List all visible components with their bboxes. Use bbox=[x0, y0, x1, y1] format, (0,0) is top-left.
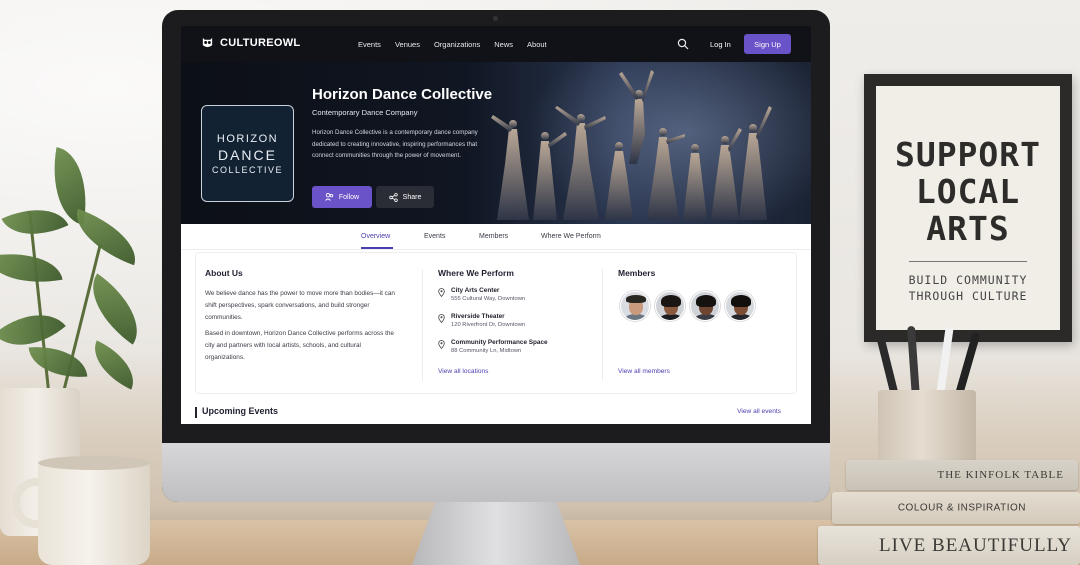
perform-title: Where We Perform bbox=[438, 268, 514, 278]
view-all-locations-link[interactable]: View all locations bbox=[438, 368, 488, 375]
login-link[interactable]: Log In bbox=[710, 40, 731, 49]
org-description: Horizon Dance Collective is a contempora… bbox=[312, 129, 478, 159]
nav-link-venues[interactable]: Venues bbox=[395, 40, 420, 49]
avatar[interactable] bbox=[725, 291, 755, 321]
location-item[interactable]: City Arts Center 555 Cultural Way, Downt… bbox=[438, 287, 525, 302]
tab-members[interactable]: Members bbox=[479, 233, 508, 240]
brand-name: CULTUREOWL bbox=[220, 36, 301, 49]
location-item[interactable]: Community Performance Space 88 Community… bbox=[438, 339, 548, 354]
org-hero: HORIZON DANCE COLLECTIVE Horizon Dance C… bbox=[181, 62, 811, 224]
framed-poster: SUPPORT LOCAL ARTS BUILD COMMUNITY THROU… bbox=[864, 74, 1072, 342]
monitor-chin bbox=[162, 443, 830, 502]
owl-icon bbox=[202, 37, 213, 48]
share-icon bbox=[388, 192, 398, 202]
section-marker bbox=[195, 407, 197, 418]
poster-divider bbox=[909, 261, 1027, 262]
overview-panel: About Us We believe dance has the power … bbox=[195, 252, 797, 394]
book: COLOUR & INSPIRATION bbox=[832, 492, 1080, 524]
org-tabs: Overview Events Members Where We Perform bbox=[181, 224, 811, 250]
book-title: THE KINFOLK TABLE bbox=[937, 469, 1064, 481]
follow-label: Follow bbox=[338, 193, 360, 201]
dancers-image bbox=[491, 70, 772, 220]
org-type: Contemporary Dance Company bbox=[312, 108, 418, 117]
org-logo: HORIZON DANCE COLLECTIVE bbox=[201, 105, 294, 202]
book: LIVE BEAUTIFULLY bbox=[818, 526, 1080, 565]
webcam bbox=[493, 16, 498, 21]
poster-subline: THROUGH CULTURE bbox=[908, 289, 1028, 303]
coffee-mug bbox=[38, 462, 150, 565]
location-address: 555 Cultural Way, Downtown bbox=[451, 296, 526, 302]
location-item[interactable]: Riverside Theater 120 Riverfront Dr, Dow… bbox=[438, 313, 525, 328]
book: THE KINFOLK TABLE bbox=[846, 460, 1078, 490]
nav-link-news[interactable]: News bbox=[494, 40, 513, 49]
nav-link-about[interactable]: About bbox=[527, 40, 547, 49]
poster-line: ARTS bbox=[926, 209, 1010, 248]
book-title: LIVE BEAUTIFULLY bbox=[879, 534, 1072, 556]
column-divider bbox=[422, 269, 423, 381]
follow-button[interactable]: Follow bbox=[312, 186, 372, 208]
map-pin-icon bbox=[438, 314, 445, 323]
map-pin-icon bbox=[438, 340, 445, 349]
share-button[interactable]: Share bbox=[376, 186, 434, 208]
org-name: Horizon Dance Collective bbox=[312, 86, 493, 103]
map-pin-icon bbox=[438, 288, 445, 297]
location-name: Community Performance Space bbox=[451, 339, 548, 346]
brand-logo[interactable]: CULTUREOWL bbox=[201, 36, 300, 49]
location-name: City Arts Center bbox=[451, 287, 500, 294]
view-all-members-link[interactable]: View all members bbox=[618, 368, 670, 375]
monitor-stand bbox=[412, 502, 580, 565]
location-address: 120 Riverfront Dr, Downtown bbox=[451, 322, 526, 328]
top-nav: CULTUREOWL Events Venues Organizations N… bbox=[181, 26, 811, 62]
view-all-events-link[interactable]: View all events bbox=[737, 408, 781, 415]
avatar[interactable] bbox=[690, 291, 720, 321]
signup-button[interactable]: Sign Up bbox=[744, 34, 791, 54]
tab-overview[interactable]: Overview bbox=[361, 233, 390, 240]
poster-line: SUPPORT bbox=[894, 135, 1042, 174]
logo-line: COLLECTIVE bbox=[211, 164, 284, 175]
tab-where-we-perform[interactable]: Where We Perform bbox=[541, 233, 601, 240]
location-name: Riverside Theater bbox=[451, 313, 505, 320]
mug-rim bbox=[38, 456, 150, 470]
logo-line: HORIZON bbox=[216, 132, 279, 145]
logo-line: DANCE bbox=[217, 146, 277, 163]
potted-plant bbox=[0, 147, 160, 401]
members-title: Members bbox=[618, 268, 656, 278]
share-label: Share bbox=[402, 193, 422, 201]
upcoming-events-header: Upcoming Events View all events bbox=[195, 406, 797, 424]
search-icon[interactable] bbox=[677, 38, 689, 50]
avatar[interactable] bbox=[620, 291, 650, 321]
nav-link-organizations[interactable]: Organizations bbox=[434, 40, 480, 49]
column-divider bbox=[602, 269, 603, 381]
about-paragraph: Based in downtown, Horizon Dance Collect… bbox=[205, 330, 394, 361]
nav-link-events[interactable]: Events bbox=[358, 40, 381, 49]
about-paragraph: We believe dance has the power to move m… bbox=[205, 290, 395, 321]
poster-line: LOCAL bbox=[915, 172, 1021, 211]
poster-subline: BUILD COMMUNITY bbox=[908, 273, 1028, 287]
location-address: 88 Community Ln, Midtown bbox=[451, 348, 522, 354]
nav-links: Events Venues Organizations News About bbox=[358, 40, 561, 49]
upcoming-events-title: Upcoming Events bbox=[202, 406, 279, 416]
users-icon bbox=[325, 193, 334, 201]
tab-events[interactable]: Events bbox=[424, 233, 445, 240]
book-title: COLOUR & INSPIRATION bbox=[897, 502, 1026, 514]
avatar[interactable] bbox=[655, 291, 685, 321]
about-title: About Us bbox=[205, 268, 243, 278]
screen: CULTUREOWL Events Venues Organizations N… bbox=[181, 26, 811, 424]
active-tab-indicator bbox=[361, 247, 393, 249]
